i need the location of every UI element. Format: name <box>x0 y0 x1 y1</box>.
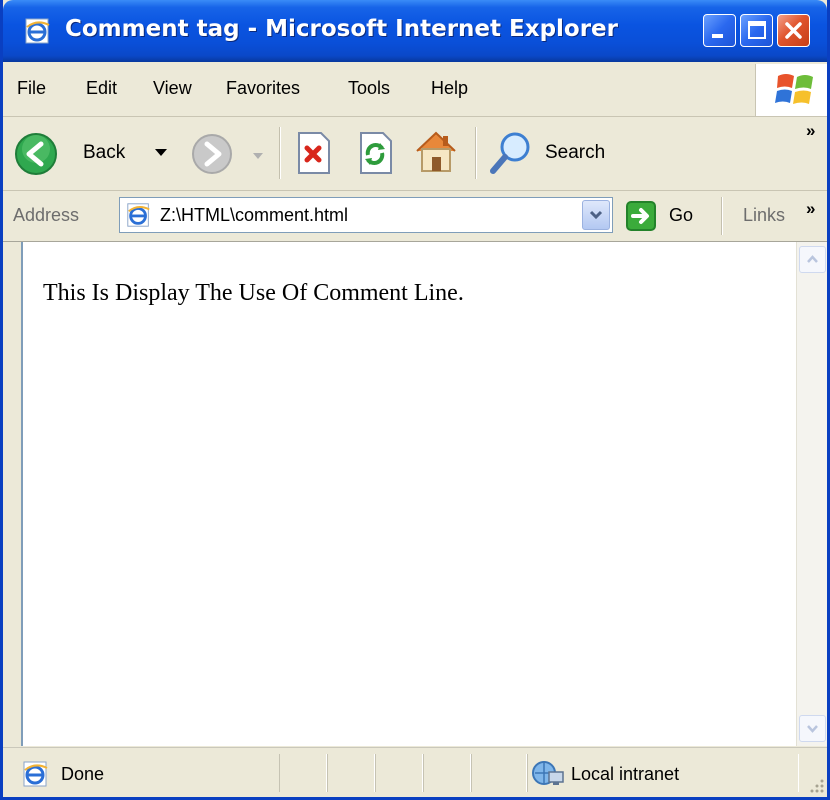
toolbar: Back Search » <box>3 117 827 191</box>
search-label: Search <box>545 142 606 163</box>
local-intranet-icon <box>532 761 564 785</box>
scroll-up-button[interactable] <box>799 246 826 273</box>
addressbar-separator <box>721 197 723 235</box>
address-value: Z:\HTML\comment.html <box>160 205 349 225</box>
title-bar[interactable]: Comment tag - Microsoft Internet Explore… <box>3 0 827 62</box>
refresh-button[interactable] <box>355 131 395 175</box>
search-icon <box>490 132 530 174</box>
menu-help[interactable]: Help <box>431 78 468 99</box>
browser-window: Comment tag - Microsoft Internet Explore… <box>0 0 830 800</box>
links-more-chevron[interactable]: » <box>806 199 815 219</box>
search-button[interactable]: Search <box>487 129 627 179</box>
forward-history-dropdown[interactable] <box>253 147 267 161</box>
status-pane <box>471 754 527 792</box>
go-button[interactable]: Go <box>669 205 693 226</box>
toolbar-more-chevron[interactable]: » <box>806 121 815 141</box>
address-input[interactable]: Z:\HTML\comment.html <box>119 197 613 233</box>
stop-icon <box>298 132 330 174</box>
address-dropdown-button[interactable] <box>582 200 610 230</box>
status-pane <box>327 754 375 792</box>
windows-logo-area <box>755 64 827 116</box>
stop-button[interactable] <box>293 131 333 175</box>
page-content: This Is Display The Use Of Comment Line. <box>21 242 798 746</box>
close-icon <box>785 22 802 39</box>
toolbar-separator <box>279 127 281 179</box>
chevron-down-icon <box>589 210 603 220</box>
back-arrow-icon <box>15 133 57 175</box>
forward-button[interactable] <box>189 131 235 177</box>
security-zone-text: Local intranet <box>571 764 680 784</box>
toolbar-separator <box>475 127 477 179</box>
maximize-button[interactable] <box>740 14 773 47</box>
refresh-icon <box>360 132 392 174</box>
status-bar: Done Local intranet <box>3 747 827 797</box>
status-pane <box>423 754 471 792</box>
go-arrow-icon[interactable] <box>626 201 656 231</box>
status-pane <box>279 754 327 792</box>
status-pane <box>375 754 423 792</box>
back-label: Back <box>83 142 126 163</box>
windows-logo-icon <box>775 74 813 104</box>
status-text: Done <box>61 764 105 784</box>
address-bar: Address Z:\HTML\comment.html Go Links » <box>3 191 827 242</box>
menu-file[interactable]: File <box>17 78 46 99</box>
dropdown-arrow-icon <box>253 153 263 159</box>
close-button[interactable] <box>777 14 810 47</box>
ie-page-icon <box>23 761 48 787</box>
home-button[interactable] <box>411 127 461 177</box>
links-button[interactable]: Links <box>743 205 785 226</box>
chevron-down-icon <box>807 725 818 733</box>
forward-arrow-icon <box>192 134 232 174</box>
page-text: This Is Display The Use Of Comment Line. <box>43 280 464 306</box>
menu-edit[interactable]: Edit <box>86 78 117 99</box>
maximize-icon <box>748 21 766 39</box>
menu-tools[interactable]: Tools <box>348 78 390 99</box>
menu-favorites[interactable]: Favorites <box>226 78 300 99</box>
chevron-up-icon <box>807 255 818 263</box>
ie-page-icon <box>127 203 150 227</box>
dropdown-arrow-icon <box>155 149 167 156</box>
address-label: Address <box>13 205 80 225</box>
ie-page-icon <box>25 18 50 44</box>
menu-bar: File Edit View Favorites Tools Help <box>3 62 827 117</box>
window-title: Comment tag - Microsoft Internet Explore… <box>65 16 618 42</box>
resize-grip-icon[interactable] <box>807 776 825 794</box>
vertical-scrollbar[interactable] <box>796 242 827 746</box>
menu-view[interactable]: View <box>153 78 192 99</box>
minimize-button[interactable] <box>703 14 736 47</box>
back-history-dropdown[interactable] <box>151 145 171 165</box>
minimize-icon <box>712 34 723 38</box>
home-icon <box>416 131 456 172</box>
scroll-down-button[interactable] <box>799 715 826 742</box>
